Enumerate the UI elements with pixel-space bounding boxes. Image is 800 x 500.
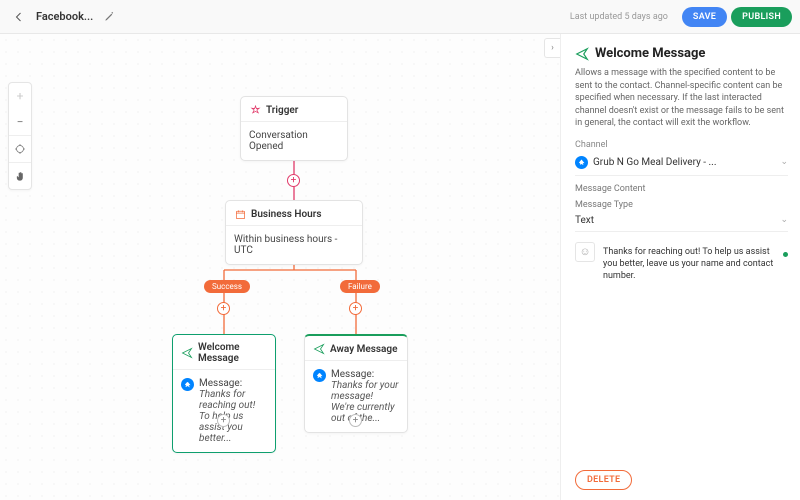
message-type-label: Message Type [575, 200, 788, 210]
message-type-value: Text [575, 215, 594, 226]
status-dot [783, 252, 788, 257]
send-icon [313, 343, 325, 355]
node-body: Conversation Opened [241, 122, 347, 160]
emoji-button[interactable]: ☺ [575, 242, 595, 262]
last-updated-text: Last updated 5 days ago [570, 12, 668, 22]
workflow-canvas[interactable]: + − › [0, 34, 560, 500]
add-step-button[interactable]: + [349, 414, 362, 427]
node-title: Business Hours [251, 209, 321, 220]
chevron-down-icon: ⌄ [780, 215, 788, 225]
add-step-button[interactable]: + [217, 302, 230, 315]
panel-description: Allows a message with the specified cont… [575, 67, 788, 130]
branch-failure-badge: Failure [340, 280, 380, 293]
node-title: Welcome Message [198, 342, 267, 364]
panel-title: Welcome Message [575, 46, 788, 61]
node-body: Message: Thanks for your message! We're … [331, 369, 399, 424]
properties-panel: Welcome Message Allows a message with th… [560, 34, 800, 500]
node-title: Away Message [330, 344, 398, 355]
back-button[interactable] [8, 6, 30, 28]
node-body: Message: Thanks for reaching out! To hel… [199, 378, 267, 444]
branch-success-badge: Success [204, 280, 250, 293]
send-icon [181, 347, 193, 359]
message-content-label: Message Content [575, 184, 788, 194]
workflow-title: Facebook... [36, 10, 93, 23]
add-step-button[interactable]: + [217, 414, 230, 427]
channel-select[interactable]: Grub N Go Meal Delivery - ... ⌄ [575, 152, 788, 176]
channel-label: Channel [575, 140, 788, 150]
edit-title-button[interactable] [99, 7, 119, 27]
node-body: Within business hours - UTC [226, 226, 362, 264]
send-icon [575, 47, 589, 61]
save-button[interactable]: SAVE [682, 7, 727, 27]
messenger-icon [313, 369, 326, 382]
node-trigger[interactable]: Trigger Conversation Opened [240, 96, 348, 161]
channel-value: Grub N Go Meal Delivery - ... [593, 157, 716, 168]
pencil-icon [104, 11, 115, 22]
chevron-down-icon: ⌄ [780, 157, 788, 167]
node-title: Trigger [266, 105, 298, 116]
smile-icon: ☺ [579, 245, 590, 258]
message-text-input[interactable]: Thanks for reaching out! To help us assi… [601, 242, 788, 286]
node-welcome-message[interactable]: Welcome Message Message: Thanks for reac… [172, 334, 276, 453]
topbar: Facebook... Last updated 5 days ago SAVE… [0, 0, 800, 34]
messenger-icon [575, 156, 588, 169]
node-business-hours[interactable]: Business Hours Within business hours - U… [225, 200, 363, 265]
messenger-icon [181, 378, 194, 391]
trigger-icon [249, 104, 261, 116]
publish-button[interactable]: PUBLISH [731, 7, 792, 27]
delete-button[interactable]: DELETE [575, 470, 632, 490]
arrow-left-icon [13, 11, 25, 23]
add-step-button[interactable]: + [287, 174, 300, 187]
calendar-icon [234, 208, 246, 220]
message-type-select[interactable]: Text ⌄ [575, 212, 788, 232]
add-step-button[interactable]: + [349, 302, 362, 315]
